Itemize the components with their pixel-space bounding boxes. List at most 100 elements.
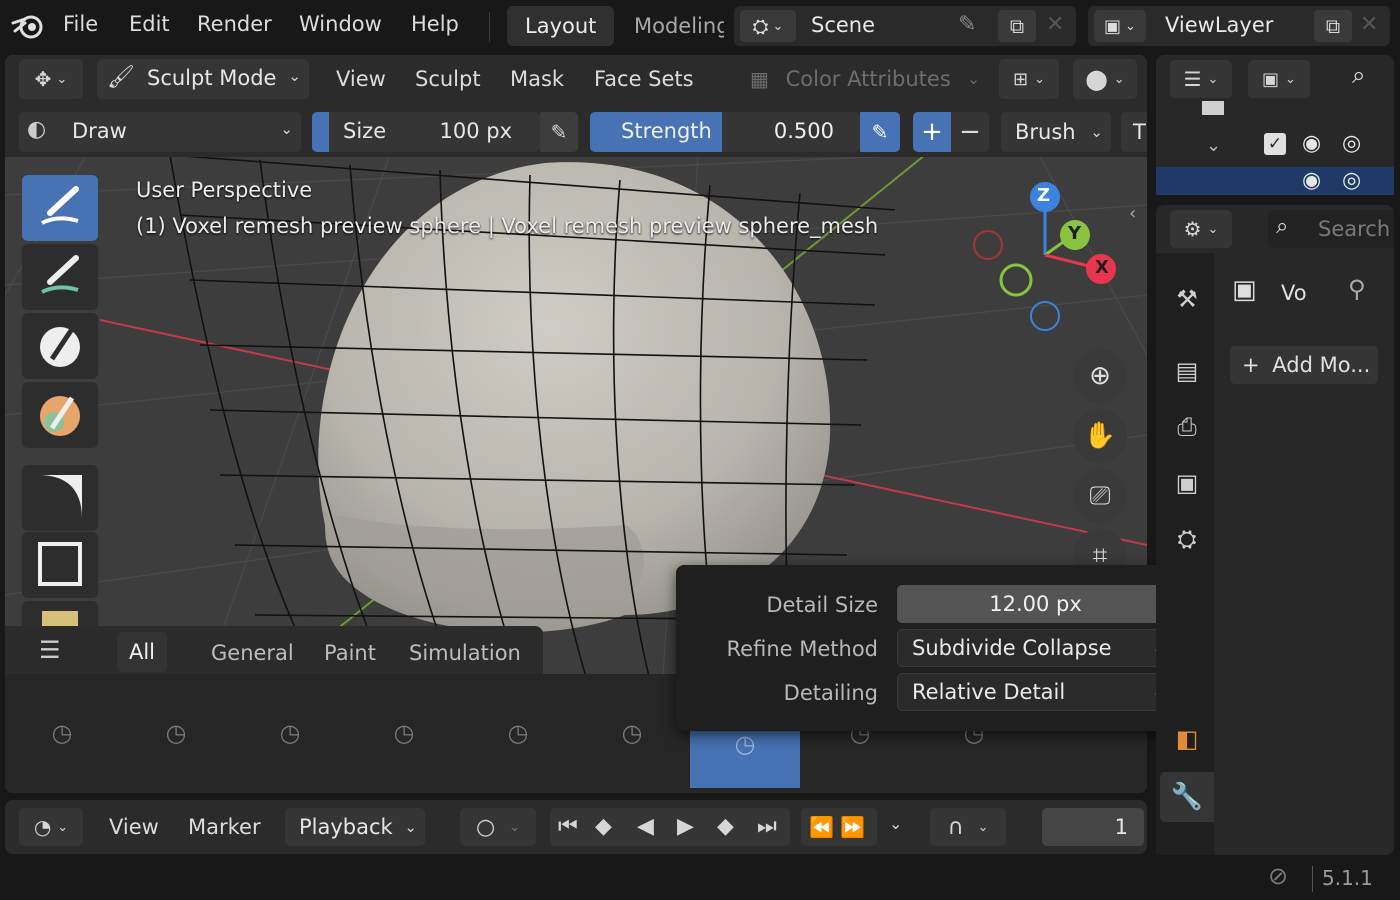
menu-face-sets[interactable]: Face Sets (594, 59, 694, 99)
asset-item[interactable]: ◷ (463, 700, 573, 766)
refine-method-dropdown[interactable]: Subdivide Collapse ⌄ (897, 629, 1174, 667)
display-mode-icon[interactable]: ☰ ⌄ (1170, 60, 1232, 98)
camera-render-icon[interactable]: ◎ (1342, 168, 1361, 193)
tool-draw[interactable] (22, 175, 98, 241)
new-view-layer-icon[interactable]: ⧉ (1314, 10, 1352, 42)
view-layer-icon[interactable]: ▣ ⌄ (1094, 10, 1146, 42)
snapping-icon[interactable]: ⊞ ⌄ (999, 59, 1059, 99)
scene-tab-icon[interactable]: ⛭ (1168, 520, 1206, 558)
pin-icon[interactable]: ✎ (958, 12, 976, 37)
new-scene-icon[interactable]: ⧉ (998, 10, 1036, 42)
jump-start-icon[interactable]: ⏮ (558, 814, 578, 839)
view-layer-name[interactable]: ViewLayer (1165, 13, 1273, 37)
size-slider[interactable]: Size 100 px (312, 112, 540, 152)
size-pressure-icon[interactable]: ✎ (540, 112, 578, 152)
detailing-dropdown[interactable]: Relative Detail ⌄ (897, 673, 1174, 711)
properties-editor-type-icon[interactable]: ⚙ ⌄ (1170, 210, 1232, 248)
asset-tab-paint[interactable]: Paint (324, 641, 376, 665)
auto-keying-icon[interactable]: ∩ ⌄ (930, 808, 1006, 846)
prev-keyframe-icon[interactable]: ◆ (595, 814, 612, 839)
color-attributes-icon: ▦ (750, 67, 769, 91)
filter-icon[interactable]: ▣ ⌄ (1248, 60, 1310, 98)
blender-logo-icon[interactable] (10, 10, 46, 42)
asset-item[interactable]: ◷ (349, 700, 459, 766)
eye-icon[interactable]: ◉ (1302, 131, 1321, 156)
asset-item[interactable]: ◷ (121, 700, 231, 766)
direction-add-button[interactable]: + (913, 112, 951, 152)
brush-menu[interactable]: Brush ⌄ (1001, 112, 1111, 152)
workspace-tab-layout[interactable]: Layout (507, 6, 615, 46)
close-icon[interactable]: ✕ (1046, 12, 1064, 37)
asset-item[interactable]: ◷ (7, 700, 117, 766)
scene-selector[interactable]: ⛭ ⌄ Scene ✎ ⧉ ✕ (734, 6, 1076, 46)
view-layer-selector[interactable]: ▣ ⌄ ViewLayer ⧉ ✕ (1088, 6, 1390, 46)
eye-icon[interactable]: ◉ (1302, 168, 1321, 193)
hamburger-menu-icon[interactable]: ☰ (39, 636, 61, 664)
play-icon[interactable]: ▶ (677, 814, 694, 839)
menu-window[interactable]: Window (299, 12, 382, 36)
tool-tab-icon[interactable]: ⚒ (1168, 280, 1206, 318)
search-icon[interactable]: ⌕ (1352, 61, 1365, 89)
strength-pressure-icon[interactable]: ✎ (860, 112, 900, 152)
tool-clay-strips[interactable] (22, 382, 98, 448)
add-modifier-button[interactable]: + Add Mo... (1230, 346, 1378, 384)
sidebar-toggle-chevron-icon[interactable]: ‹ (1129, 203, 1136, 224)
close-icon[interactable]: ✕ (1360, 12, 1378, 37)
chevron-down-icon: ⌄ (1090, 123, 1103, 141)
view-layer-tab-icon[interactable]: ▣ (1168, 464, 1206, 502)
scene-icon[interactable]: ⛭ ⌄ (740, 10, 796, 42)
mode-selector[interactable]: 🖌 Sculpt Mode ⌄ (97, 59, 309, 99)
playback-menu[interactable]: Playback ⌄ (285, 808, 425, 846)
properties-search[interactable]: ⌕ Search (1268, 210, 1394, 248)
texture-menu[interactable]: T (1121, 112, 1147, 152)
zoom-icon[interactable]: ⊕ (1073, 349, 1127, 403)
scene-name[interactable]: Scene (811, 13, 875, 37)
tool-clay[interactable] (22, 313, 98, 379)
hand-pan-icon[interactable]: ✋ (1073, 409, 1127, 463)
direction-subtract-button[interactable]: − (951, 112, 989, 152)
frame-options-chevron-icon[interactable]: ⌄ (889, 814, 902, 833)
jump-end-icon[interactable]: ⏭ (757, 814, 777, 839)
next-keyframe-icon[interactable]: ◆ (717, 814, 734, 839)
modifier-tab-icon[interactable]: 🔧 (1160, 772, 1214, 822)
tool-mask-lasso[interactable] (22, 465, 98, 531)
play-reverse-icon[interactable]: ◀ (637, 814, 654, 839)
asset-tab-simulation[interactable]: Simulation (409, 641, 521, 665)
menu-render[interactable]: Render (197, 12, 272, 36)
menu-edit[interactable]: Edit (129, 12, 170, 36)
asset-item[interactable]: ◷ (577, 700, 687, 766)
camera-icon[interactable]: ⎚ (1073, 469, 1127, 523)
detail-size-field[interactable]: 12.00 px (897, 585, 1174, 623)
output-tab-icon[interactable]: ⎙ (1168, 408, 1206, 446)
menu-help[interactable]: Help (411, 12, 459, 36)
record-icon[interactable]: ○ ⌄ (460, 808, 536, 846)
chevron-down-icon[interactable]: ⌄ (1206, 135, 1221, 156)
workspace-tab-modeling[interactable]: Modeling (616, 6, 724, 46)
render-tab-icon[interactable]: ▤ (1168, 352, 1206, 390)
outliner: ☰ ⌄ ▣ ⌄ ⌕ ⌄ ✓ ◉ ◎ ◉ ◎ (1156, 55, 1394, 195)
plus-icon: + (1242, 353, 1260, 377)
prev-frame-icon[interactable]: ⏪ ⏩ (801, 808, 877, 846)
timeline-menu-marker[interactable]: Marker (188, 815, 261, 839)
menu-mask[interactable]: Mask (510, 59, 564, 99)
checkbox-icon[interactable]: ✓ (1264, 133, 1286, 155)
editor-type-icon[interactable]: ✥ ⌄ (19, 59, 83, 99)
strength-slider[interactable]: Strength 0.500 (590, 112, 860, 152)
menu-file[interactable]: File (63, 12, 98, 36)
timeline-menu-view[interactable]: View (109, 815, 159, 839)
current-frame-field[interactable]: 1 (1042, 808, 1144, 846)
color-attributes-dropdown[interactable]: ▦ Color Attributes ⌄ (742, 59, 986, 99)
object-tab-icon[interactable]: ◧ (1168, 720, 1206, 758)
pin-icon[interactable]: ⚲ (1348, 275, 1366, 303)
timeline-editor-type-icon[interactable]: ◔ ⌄ (19, 808, 83, 846)
shading-icon[interactable]: ⬤ ⌄ (1073, 59, 1137, 99)
asset-tab-general[interactable]: General (211, 641, 294, 665)
asset-tab-all[interactable]: All (117, 632, 167, 672)
tool-draw-sharp[interactable] (22, 244, 98, 310)
camera-render-icon[interactable]: ◎ (1342, 131, 1361, 156)
brush-selector[interactable]: ◐ Draw ⌄ (19, 112, 301, 152)
tool-box-mask[interactable] (22, 532, 98, 598)
asset-item[interactable]: ◷ (235, 700, 345, 766)
menu-view[interactable]: View (336, 59, 386, 99)
menu-sculpt[interactable]: Sculpt (415, 59, 481, 99)
